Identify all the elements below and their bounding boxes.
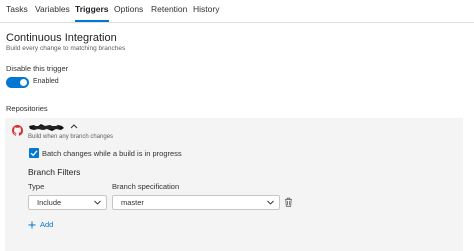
tab-bar: Tasks Variables Triggers Options Retenti…: [0, 0, 474, 23]
toggle-state-label: Enabled: [33, 78, 59, 85]
tab-history[interactable]: History: [193, 4, 219, 22]
tab-tasks[interactable]: Tasks: [6, 4, 28, 22]
checkmark-icon: [30, 150, 38, 157]
toggle-knob: [20, 79, 27, 86]
repository-subtitle: Build when any branch changes: [28, 134, 114, 140]
branch-specification-select[interactable]: master: [112, 195, 280, 210]
repositories-label: Repositories: [6, 104, 48, 113]
trash-icon[interactable]: [284, 197, 293, 207]
branch-specification-label: Branch specification: [112, 182, 180, 191]
tab-variables[interactable]: Variables: [35, 4, 70, 22]
add-label: Add: [40, 220, 54, 229]
chevron-up-icon[interactable]: [70, 123, 78, 129]
redacted-repository-name: [29, 124, 64, 131]
batch-changes-checkbox[interactable]: [29, 148, 39, 158]
tab-options[interactable]: Options: [114, 4, 143, 22]
repository-panel: Build when any branch changes Batch chan…: [5, 118, 463, 251]
disable-trigger-label: Disable this trigger: [6, 64, 69, 73]
type-label: Type: [28, 182, 45, 191]
plus-icon: [28, 221, 36, 229]
type-select[interactable]: Include: [28, 195, 107, 210]
branch-filters-title: Branch Filters: [28, 167, 81, 177]
branch-specification-value: master: [121, 198, 144, 207]
github-icon: [12, 125, 23, 136]
chevron-down-icon: [94, 200, 101, 205]
batch-changes-label: Batch changes while a build is in progre…: [42, 149, 182, 158]
ci-title: Continuous Integration: [6, 32, 117, 44]
type-select-value: Include: [37, 198, 62, 207]
disable-trigger-toggle[interactable]: [6, 77, 29, 88]
tab-triggers[interactable]: Triggers: [75, 4, 109, 22]
chevron-down-icon: [267, 200, 274, 205]
tab-retention[interactable]: Retention: [151, 4, 187, 22]
ci-subtitle: Build every change to matching branches: [6, 45, 126, 52]
